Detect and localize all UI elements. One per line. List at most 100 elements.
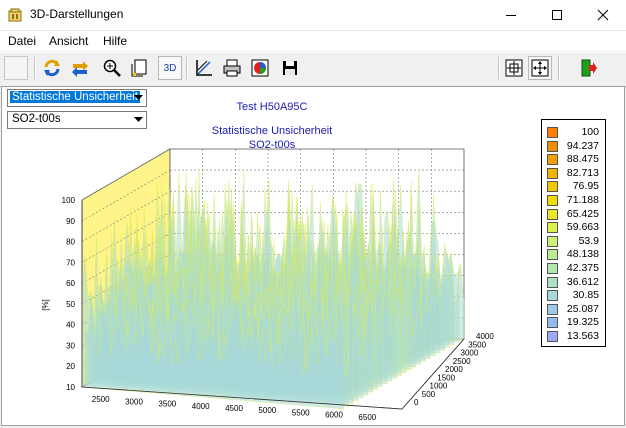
legend-entry: 48.138 bbox=[542, 248, 605, 261]
z-tick-label: 40 bbox=[66, 321, 75, 330]
z-tick-label: 90 bbox=[66, 217, 75, 226]
3d-toggle-button[interactable]: 3D bbox=[158, 56, 182, 80]
legend-entry: 25.087 bbox=[542, 303, 605, 316]
legend-value: 30.85 bbox=[572, 289, 599, 302]
legend-value: 82.713 bbox=[566, 166, 599, 179]
legend-value: 48.138 bbox=[566, 248, 599, 261]
exit-button[interactable] bbox=[576, 56, 600, 80]
title-bar: 3D-Darstellungen bbox=[0, 0, 626, 31]
x-tick-label: 2500 bbox=[92, 395, 110, 404]
z-tick-label: 70 bbox=[66, 258, 75, 267]
legend-value: 36.612 bbox=[566, 275, 599, 288]
legend-value: 53.9 bbox=[578, 234, 599, 247]
legend-entry: 65.425 bbox=[542, 208, 605, 221]
legend-swatch bbox=[547, 181, 558, 193]
legend-swatch bbox=[547, 303, 558, 315]
toolbar: 3D bbox=[0, 52, 626, 87]
z-tick-label: 50 bbox=[66, 300, 75, 309]
legend-swatch bbox=[547, 154, 558, 166]
save-button[interactable] bbox=[278, 56, 302, 80]
x-tick-label: 5000 bbox=[258, 406, 276, 415]
legend-value: 42.375 bbox=[566, 262, 599, 274]
legend-swatch bbox=[547, 127, 558, 138]
legend-entry: 19.325 bbox=[542, 316, 605, 329]
page-icon bbox=[131, 59, 147, 77]
page-button[interactable] bbox=[128, 56, 152, 80]
print-icon bbox=[223, 59, 241, 77]
legend-swatch bbox=[547, 290, 558, 302]
x-tick-label: 5500 bbox=[292, 408, 310, 417]
z-tick-label: 20 bbox=[66, 362, 75, 371]
legend-value: 94.237 bbox=[566, 139, 599, 152]
legend-entry: 82.713 bbox=[542, 167, 605, 180]
toolbar-separator bbox=[186, 57, 188, 79]
swap-axes-button[interactable] bbox=[68, 56, 92, 80]
axis-settings-button[interactable] bbox=[192, 56, 216, 80]
move-icon bbox=[531, 59, 549, 77]
legend-swatch bbox=[547, 222, 558, 234]
legend-swatch bbox=[547, 331, 558, 342]
close-icon bbox=[597, 9, 609, 21]
z-tick-label: 100 bbox=[62, 196, 76, 205]
menu-ansicht[interactable]: Ansicht bbox=[49, 34, 88, 48]
z-tick-label: 30 bbox=[66, 341, 75, 350]
y-tick-label: 4000 bbox=[476, 332, 494, 341]
legend-entry: 100 bbox=[542, 126, 605, 139]
legend-value: 71.188 bbox=[566, 194, 599, 206]
zoom-icon bbox=[103, 59, 121, 77]
legend-entry: 76.95 bbox=[542, 180, 605, 193]
y-tick-label: 2000 bbox=[445, 365, 463, 374]
y-tick-label: 1000 bbox=[430, 382, 448, 391]
axis-icon bbox=[196, 60, 212, 76]
legend-swatch bbox=[547, 276, 558, 288]
toolbar-separator bbox=[498, 57, 500, 79]
y-tick-label: 2500 bbox=[453, 357, 471, 366]
close-button[interactable] bbox=[580, 0, 626, 30]
y-tick-label: 500 bbox=[422, 390, 436, 399]
legend-value: 76.95 bbox=[572, 180, 599, 193]
legend-entry: 94.237 bbox=[542, 140, 605, 153]
menu-datei[interactable]: Datei bbox=[8, 34, 36, 48]
legend-swatch bbox=[547, 167, 558, 179]
color-palette-button[interactable] bbox=[248, 56, 272, 80]
save-icon bbox=[283, 61, 297, 75]
z-axis-label: [%] bbox=[41, 299, 50, 311]
app-icon bbox=[8, 8, 22, 22]
legend-swatch bbox=[547, 263, 558, 274]
legend-swatch bbox=[547, 235, 558, 247]
rotate-icon bbox=[44, 59, 60, 77]
x-tick-label: 6000 bbox=[325, 411, 343, 420]
print-button[interactable] bbox=[220, 56, 244, 80]
x-tick-label: 3000 bbox=[125, 397, 143, 406]
minimize-button[interactable] bbox=[488, 0, 534, 30]
z-tick-label: 10 bbox=[66, 383, 75, 392]
menu-hilfe[interactable]: Hilfe bbox=[103, 34, 127, 48]
blank-button[interactable] bbox=[4, 56, 28, 80]
maximize-button[interactable] bbox=[534, 0, 580, 30]
surface-plot: 1020304050607080901002500 3000 3500 4000 450… bbox=[41, 148, 494, 422]
zoom-button[interactable] bbox=[100, 56, 124, 80]
legend-entry: 88.475 bbox=[542, 153, 605, 166]
legend-swatch bbox=[547, 317, 558, 329]
x-tick-label: 4000 bbox=[192, 402, 210, 411]
z-tick-label: 60 bbox=[66, 279, 75, 288]
y-tick-label: 3000 bbox=[461, 349, 479, 358]
toolbar-separator bbox=[558, 57, 560, 79]
fit-icon bbox=[505, 59, 523, 77]
minimize-icon bbox=[506, 15, 516, 16]
rotate-button[interactable] bbox=[40, 56, 64, 80]
color-legend: 100 94.237 88.475 82.713 76.95 71.188 65.425 59… bbox=[541, 119, 606, 347]
legend-entry: 71.188 bbox=[542, 194, 605, 207]
legend-entry: 13.563 bbox=[542, 330, 605, 343]
move-button[interactable] bbox=[528, 56, 552, 80]
swap-icon bbox=[72, 61, 88, 77]
y-tick-label: 0 bbox=[414, 398, 419, 407]
legend-value: 13.563 bbox=[566, 330, 599, 342]
palette-icon bbox=[251, 59, 269, 77]
legend-value: 19.325 bbox=[566, 316, 599, 329]
legend-swatch bbox=[547, 140, 558, 152]
toolbar-separator bbox=[34, 57, 36, 79]
fit-button[interactable] bbox=[502, 56, 526, 80]
y-tick-label: 3500 bbox=[468, 340, 486, 349]
legend-value: 65.425 bbox=[566, 207, 599, 220]
